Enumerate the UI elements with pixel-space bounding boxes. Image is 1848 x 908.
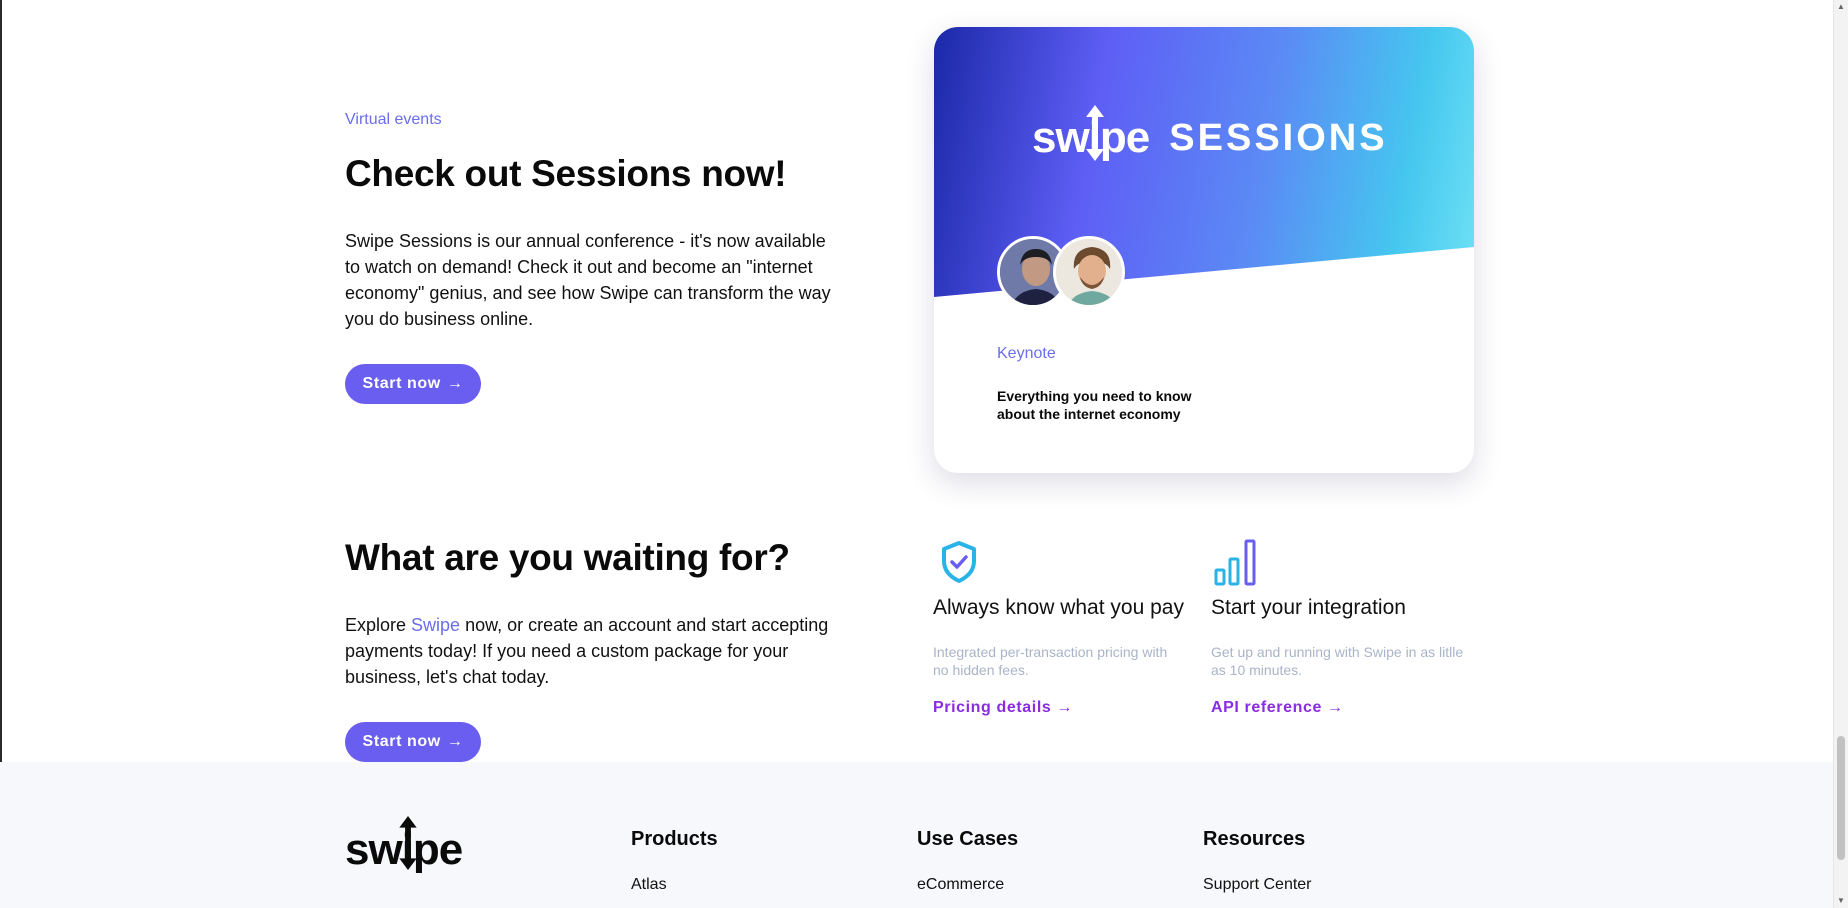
swipe-link[interactable]: Swipe: [411, 615, 460, 635]
footer-heading-use-cases: Use Cases: [917, 828, 1019, 850]
footer: swipe Products Atlas Use Cases eCommerce…: [0, 762, 1834, 908]
api-reference-link[interactable]: API reference →: [1211, 699, 1344, 717]
footer-logo[interactable]: swipe: [345, 816, 463, 875]
footer-heading-products: Products: [631, 828, 718, 850]
feature-description-pricing: Integrated per-transaction pricing with …: [933, 644, 1168, 678]
cta-title: What are you waiting for?: [345, 537, 790, 578]
person-icon: [1056, 239, 1122, 305]
cta-description: Explore Swipe now, or create an account …: [345, 612, 845, 690]
shield-check-icon: [939, 540, 979, 589]
scroll-up-icon[interactable]: ▲: [1834, 0, 1848, 14]
arrow-right-icon: →: [446, 375, 464, 392]
cta-start-button[interactable]: Start now →: [345, 722, 481, 762]
up-down-arrow-icon: [1086, 105, 1104, 161]
cta-start-button-label: Start now: [362, 733, 441, 750]
sessions-logo-suffix: SESSIONS: [1169, 116, 1388, 159]
bar-chart-icon: [1213, 537, 1263, 592]
footer-link-support-center[interactable]: Support Center: [1203, 876, 1312, 894]
footer-heading-resources: Resources: [1203, 828, 1306, 850]
arrow-right-icon: →: [1056, 699, 1074, 716]
scroll-down-icon[interactable]: ▼: [1834, 894, 1848, 908]
pricing-details-link-label: Pricing details: [933, 699, 1052, 716]
sessions-logo: swipe SESSIONS: [1032, 105, 1388, 163]
sessions-card[interactable]: swipe SESSIONS Keynote Everything you ne…: [934, 27, 1474, 473]
sessions-title: Check out Sessions now!: [345, 153, 787, 194]
arrow-right-icon: →: [446, 733, 464, 750]
sessions-eyebrow: Virtual events: [345, 111, 442, 128]
arrow-right-icon: →: [1327, 699, 1344, 716]
card-headline: Everything you need to know about the in…: [997, 388, 1192, 422]
vertical-scrollbar[interactable]: ▲ ▼: [1833, 0, 1848, 908]
cta-text-before: Explore: [345, 615, 412, 635]
footer-link-atlas[interactable]: Atlas: [631, 876, 667, 894]
feature-description-integration: Get up and running with Swipe in as litl…: [1211, 644, 1464, 678]
speaker-avatar-2: [1053, 236, 1125, 308]
scrollbar-thumb[interactable]: [1837, 736, 1845, 860]
pricing-details-link[interactable]: Pricing details →: [933, 699, 1073, 717]
sessions-description: Swipe Sessions is our annual conference …: [345, 231, 831, 329]
feature-title-integration: Start your integration: [1211, 596, 1406, 619]
up-down-arrow-icon: [399, 816, 417, 870]
sessions-start-button-label: Start now: [362, 375, 441, 392]
card-tag: Keynote: [997, 345, 1056, 362]
feature-title-pricing: Always know what you pay: [933, 596, 1184, 619]
footer-link-ecommerce[interactable]: eCommerce: [917, 876, 1004, 894]
sessions-start-button[interactable]: Start now →: [345, 364, 481, 404]
api-reference-link-label: API reference: [1211, 699, 1322, 716]
